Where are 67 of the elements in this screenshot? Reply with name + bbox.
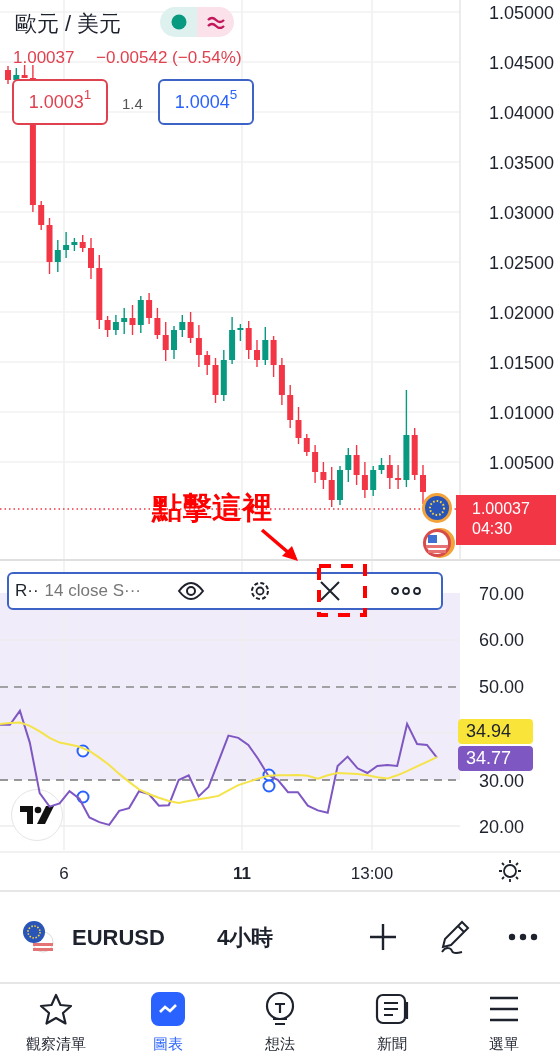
rsi-axis-label: 70.00 [478, 583, 524, 604]
time-axis-label: 6 [58, 863, 70, 885]
nav-tab[interactable]: 觀察清單 [0, 990, 112, 1056]
symbol-name[interactable]: EURUSD [72, 920, 165, 954]
nav-tab[interactable]: 選單 [448, 990, 560, 1056]
menu-icon [489, 995, 519, 1022]
price-change: −0.00542 (−0.54%) [96, 47, 242, 69]
last-price-value: 1.00037 [472, 499, 531, 519]
logo-button[interactable] [11, 789, 63, 841]
logo-icon [20, 806, 54, 824]
eu-flag-icon [422, 493, 452, 523]
rsi-axis-label: 60.00 [478, 630, 524, 651]
sell-price-button[interactable]: 1.0003$^{1}$ [12, 79, 108, 125]
candlestick [88, 237, 94, 280]
status-dot-icon [170, 14, 187, 30]
candlestick [337, 465, 343, 506]
wave-icon [206, 15, 225, 29]
spread-value: 1.4 [122, 94, 143, 114]
pen-icon[interactable] [438, 919, 472, 955]
more-icon[interactable] [508, 933, 538, 941]
rsi-value-label: 34.77 [458, 746, 533, 771]
more-icon[interactable] [390, 587, 421, 595]
price-axis-label: 1.03000 [488, 202, 554, 223]
candle-countdown: 04:30 [472, 519, 514, 539]
interval-selector[interactable]: 4小時 [216, 920, 274, 954]
candlestick [5, 65, 11, 85]
nav-tab[interactable]: 圖表 [112, 990, 224, 1056]
buy-price-button[interactable]: 1.0004$^{5}$ [158, 79, 254, 125]
close-icon[interactable] [318, 580, 341, 602]
indicator-name: R·· [15, 580, 39, 603]
chart-icon [151, 991, 185, 1026]
candlestick [254, 339, 260, 368]
price-axis-label: 1.05000 [488, 2, 554, 23]
currency-flags-icon [22, 920, 56, 954]
last-price: 1.00037 [13, 47, 75, 69]
price-axis-label: 1.00500 [488, 452, 554, 473]
add-icon[interactable] [368, 922, 398, 952]
annotation-arrow [260, 528, 298, 561]
candlestick [171, 325, 177, 360]
nav-tab[interactable]: 想法 [224, 990, 336, 1056]
time-axis-label: 13:00 [349, 863, 395, 885]
price-axis-label: 1.01000 [488, 402, 554, 423]
rsi-axis-label: 30.00 [478, 770, 524, 791]
rsi-value-label: 34.94 [458, 719, 533, 744]
lightbulb-icon [264, 991, 296, 1026]
indicator-params: 14 close S··· [44, 580, 142, 603]
price-axis-label: 1.03500 [488, 152, 554, 173]
rsi-axis-label: 50.00 [478, 677, 524, 697]
price-axis-label: 1.04000 [488, 102, 554, 123]
rsi-axis-label: 20.00 [478, 817, 524, 838]
highlight-frame [317, 564, 367, 617]
market-status-pill[interactable] [160, 7, 234, 37]
star-icon [39, 992, 73, 1025]
us-flag-icon [423, 528, 455, 558]
time-axis-label: 11 [232, 863, 252, 885]
candlestick [420, 464, 426, 505]
symbol-title[interactable]: 歐元 / 美元 [15, 7, 122, 40]
annotation-text: 點擊這裡 [152, 490, 272, 526]
settings-icon[interactable] [248, 580, 271, 602]
price-axis-label: 1.04500 [488, 52, 554, 73]
nav-tab[interactable]: 新聞 [336, 990, 448, 1056]
price-axis-label: 1.01500 [488, 352, 554, 373]
visibility-eye-icon[interactable] [176, 581, 205, 601]
newspaper-icon [375, 992, 409, 1025]
price-axis-label: 1.02000 [488, 302, 554, 323]
price-axis-label: 1.02500 [488, 252, 554, 273]
sun-icon[interactable] [499, 860, 521, 882]
